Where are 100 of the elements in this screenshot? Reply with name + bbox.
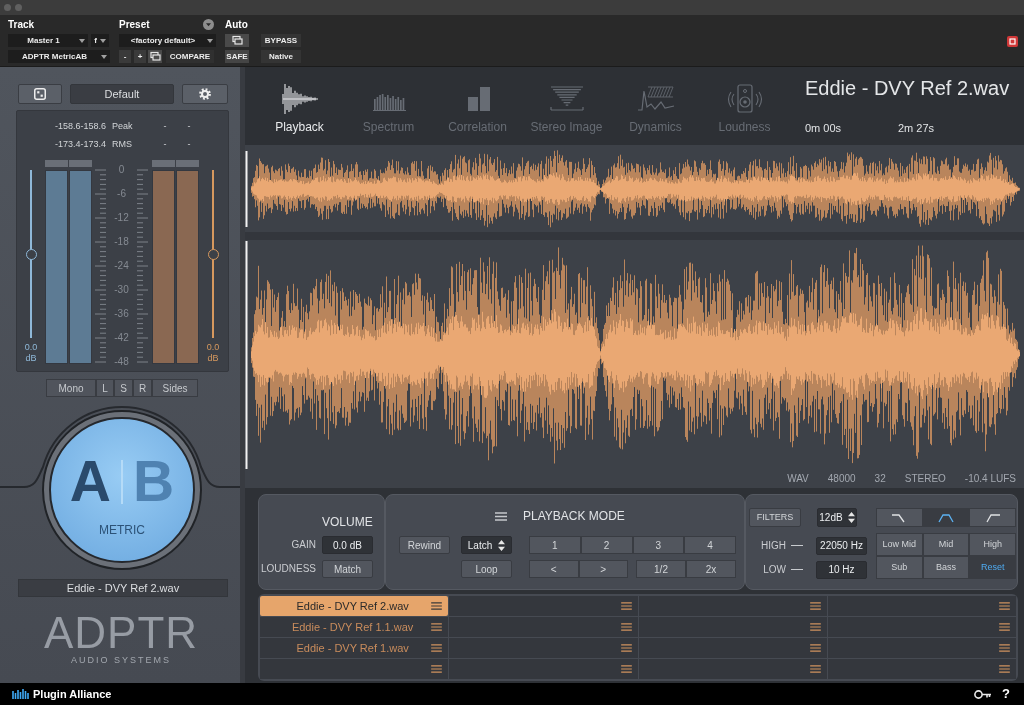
filter-shape-button[interactable]	[922, 508, 970, 527]
monitor-mode-button[interactable]: R	[133, 379, 152, 397]
jump-button[interactable]: 3	[632, 536, 685, 554]
channel-select[interactable]: f	[91, 34, 109, 47]
file-slot[interactable]	[449, 659, 638, 679]
file-slot[interactable]	[260, 659, 449, 679]
monitor-mode-button[interactable]: L	[96, 379, 114, 397]
filters-button[interactable]: FILTERS	[749, 508, 801, 527]
track-select[interactable]: Master 1	[8, 34, 88, 47]
file-slot[interactable]	[638, 659, 827, 679]
speed-button[interactable]: 1/2	[636, 560, 686, 578]
menu-icon	[431, 623, 443, 631]
file-slot[interactable]: Eddie - DVY Ref 1.1.wav	[260, 617, 449, 637]
file-slot[interactable]	[449, 617, 638, 637]
section-label: Auto	[225, 19, 248, 32]
settings-button[interactable]	[182, 84, 228, 104]
band-button[interactable]: Low Mid	[876, 533, 923, 556]
section-label: Preset	[119, 19, 150, 31]
fader-thumb[interactable]	[25, 248, 37, 260]
preset-step-button[interactable]: +	[134, 50, 146, 63]
step-button[interactable]: <	[529, 560, 579, 578]
jump-button[interactable]: 4	[684, 536, 736, 554]
file-slot[interactable]	[449, 596, 638, 616]
field-label: LOW	[763, 563, 786, 576]
match-button[interactable]: Match	[322, 560, 373, 578]
menu-icon	[999, 665, 1010, 673]
file-slot[interactable]	[449, 638, 638, 658]
loop-button[interactable]: Loop	[461, 560, 512, 578]
menu-icon	[999, 602, 1010, 610]
readout-value: -	[187, 138, 191, 151]
meter-scale-label: -42	[114, 332, 129, 344]
filter-shape-button[interactable]	[969, 508, 1016, 527]
band-button[interactable]: Mid	[922, 533, 970, 556]
meter-scale-label: -48	[114, 356, 129, 368]
native-button[interactable]: Native	[261, 50, 301, 63]
band-button[interactable]: Sub	[876, 556, 923, 579]
band-button[interactable]: Reset	[969, 556, 1016, 579]
jump-button[interactable]: 1	[529, 536, 581, 554]
monitor-mode-button[interactable]: Mono	[46, 379, 96, 397]
compare-button[interactable]: COMPARE	[166, 50, 214, 63]
monitor-mode-button[interactable]: S	[114, 379, 133, 397]
preset-step-button[interactable]: -	[119, 50, 131, 63]
gain-field[interactable]: 0.0 dB	[322, 536, 373, 554]
help-button[interactable]: ?	[1002, 686, 1010, 702]
jump-button[interactable]: 2	[580, 536, 633, 554]
bypass-button[interactable]: BYPASS	[261, 34, 301, 47]
step-button[interactable]: >	[578, 560, 628, 578]
speed-button[interactable]: 2x	[686, 560, 736, 578]
frequency-field[interactable]: 22050 Hz	[816, 536, 867, 555]
ab-switch-button[interactable]: A B METRIC	[49, 417, 195, 563]
logo-wordmark: ADPTR	[43, 611, 199, 655]
filter-shape-button[interactable]	[876, 508, 923, 527]
fader-unit: dB	[25, 353, 37, 364]
dash-icon	[791, 568, 803, 571]
file-slot[interactable]	[638, 638, 827, 658]
safe-button[interactable]: SAFE	[225, 50, 249, 63]
ab-option[interactable]: A	[69, 453, 111, 510]
file-info-text: STEREO	[904, 473, 946, 485]
readout-value: -173.4-173.4	[54, 138, 106, 151]
field-label: HIGH	[761, 539, 786, 552]
key-icon[interactable]	[974, 689, 993, 699]
menu-icon	[999, 644, 1010, 652]
monitor-mode-button[interactable]: Sides	[152, 379, 198, 397]
fader-thumb[interactable]	[207, 248, 219, 260]
menu-icon	[809, 644, 821, 652]
band-button[interactable]: High	[969, 533, 1016, 556]
preset-name-field[interactable]: Default	[70, 84, 174, 104]
track-title: Eddie - DVY Ref 2.wav	[805, 76, 1010, 100]
file-slot[interactable]	[638, 596, 827, 616]
analyzer-tab[interactable]: Playback	[255, 83, 344, 134]
frequency-field[interactable]: 10 Hz	[816, 560, 867, 579]
square-toggle-icon[interactable]	[1007, 36, 1018, 47]
readout-label: RMS	[112, 138, 132, 151]
rewind-button[interactable]: Rewind	[399, 536, 450, 554]
file-slot[interactable]: Eddie - DVY Ref 1.wav	[260, 638, 449, 658]
insert-select[interactable]: ADPTR MetricAB	[8, 50, 110, 63]
slope-select[interactable]: 12dB	[817, 508, 857, 527]
caret-icon	[101, 54, 107, 59]
windows-icon[interactable]	[230, 34, 244, 47]
file-slot[interactable]	[827, 659, 1016, 679]
meter-scale-label: -18	[114, 236, 129, 248]
band-button[interactable]: Bass	[922, 556, 970, 579]
latch-select[interactable]: Latch	[461, 536, 512, 554]
dropdown-circle-icon[interactable]	[203, 19, 214, 30]
file-slot[interactable]	[827, 617, 1016, 637]
meter-scale-label: 0	[118, 164, 125, 176]
file-slot[interactable]	[827, 638, 1016, 658]
file-slot[interactable]	[827, 596, 1016, 616]
highpass-curve-icon	[984, 512, 1001, 523]
caret-icon	[207, 38, 213, 43]
file-slot[interactable]: Eddie - DVY Ref 2.wav	[260, 596, 449, 616]
meter-scale-label: -6	[117, 188, 126, 200]
dice-button[interactable]	[18, 84, 62, 104]
section-title: VOLUME	[322, 515, 373, 529]
menu-icon	[620, 623, 632, 631]
windows-icon[interactable]	[148, 50, 162, 63]
menu-icon	[809, 665, 821, 673]
file-slot[interactable]	[638, 617, 827, 637]
preset-select[interactable]: <factory default>	[119, 34, 216, 47]
file-info-text: WAV	[787, 473, 809, 485]
